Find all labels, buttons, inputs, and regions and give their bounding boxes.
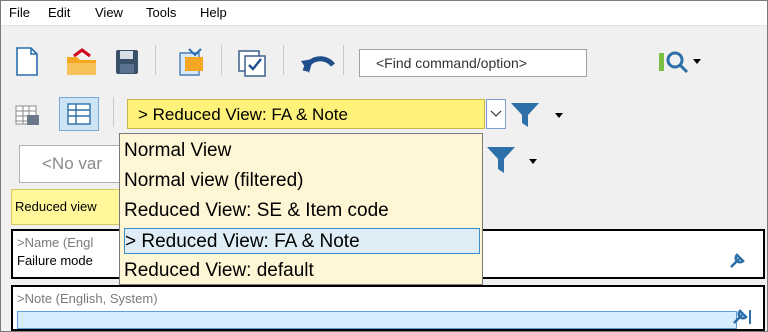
note-edit-input[interactable] xyxy=(17,311,737,329)
menu-bar: File Edit View Tools Help xyxy=(1,1,767,26)
table-grid-icon[interactable] xyxy=(15,105,41,127)
field-label: >Name (Engl xyxy=(17,235,94,250)
wrench-icon[interactable] xyxy=(731,307,753,327)
toolbar-separator xyxy=(283,45,284,75)
menu-view[interactable]: View xyxy=(95,5,123,20)
dropdown-option-normal-view[interactable]: Normal View xyxy=(124,138,480,164)
toolbar-separator xyxy=(113,97,114,127)
search-options-icon[interactable] xyxy=(657,49,703,75)
dropdown-option-default[interactable]: Reduced View: default xyxy=(124,258,480,284)
table-view-toggle[interactable] xyxy=(59,97,99,131)
note-field-panel[interactable]: >Note (English, System) xyxy=(11,285,765,331)
menu-file[interactable]: File xyxy=(9,5,30,20)
app-window: File Edit View Tools Help <Find command/… xyxy=(0,0,768,332)
view-dropdown-list: Normal View Normal view (filtered) Reduc… xyxy=(119,133,483,285)
menu-edit[interactable]: Edit xyxy=(48,5,70,20)
toolbar-separator xyxy=(155,45,156,75)
variant-filter-icon[interactable] xyxy=(485,145,545,175)
view-dropdown-button[interactable] xyxy=(486,99,506,129)
new-document-icon[interactable] xyxy=(15,47,39,77)
undo-icon[interactable] xyxy=(299,53,339,75)
variant-placeholder: <No var xyxy=(42,154,102,173)
chevron-down-icon xyxy=(490,110,502,117)
save-icon[interactable] xyxy=(115,49,139,75)
checklist-icon[interactable] xyxy=(237,47,267,77)
find-command-input[interactable]: <Find command/option> xyxy=(359,49,587,77)
filter-icon[interactable] xyxy=(509,101,571,129)
menu-tools[interactable]: Tools xyxy=(146,5,176,20)
tab-label: Reduced view xyxy=(15,199,97,214)
dropdown-option-normal-view-filtered[interactable]: Normal view (filtered) xyxy=(124,168,480,194)
field-value: Failure mode xyxy=(17,253,93,268)
wrench-icon[interactable] xyxy=(727,251,747,271)
field-label: >Note (English, System) xyxy=(17,291,158,306)
export-icon[interactable] xyxy=(177,47,207,77)
dropdown-option-fa-note[interactable]: > Reduced View: FA & Note xyxy=(124,228,480,254)
toolbar-separator xyxy=(343,45,344,75)
view-selector-value: > Reduced View: FA & Note xyxy=(138,105,348,124)
find-placeholder: <Find command/option> xyxy=(376,55,527,71)
toolbar-separator xyxy=(221,45,222,75)
table-icon xyxy=(67,103,91,125)
dropdown-option-se-item-code[interactable]: Reduced View: SE & Item code xyxy=(124,198,480,224)
variant-selector[interactable]: <No var xyxy=(19,145,131,183)
view-selector[interactable]: > Reduced View: FA & Note xyxy=(127,99,485,129)
open-folder-icon[interactable] xyxy=(65,47,99,77)
menu-help[interactable]: Help xyxy=(200,5,227,20)
